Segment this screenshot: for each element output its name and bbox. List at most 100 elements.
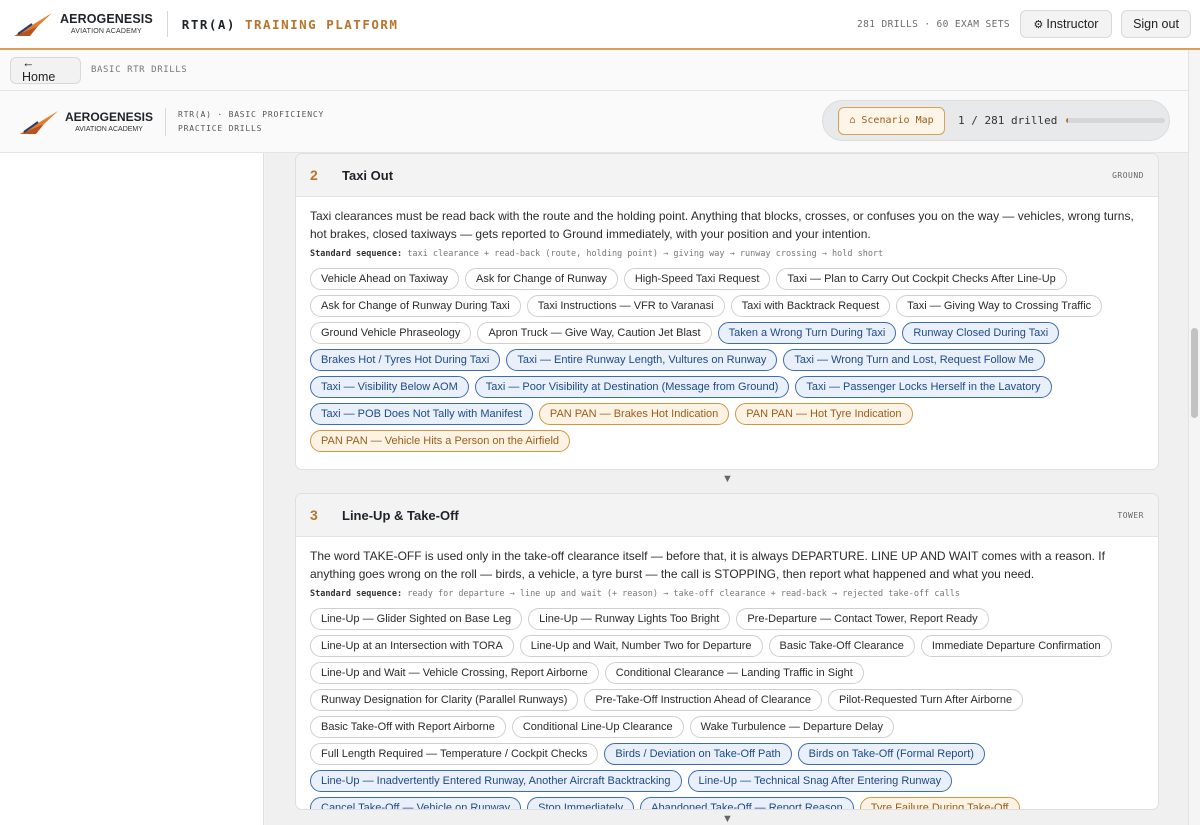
drill-chip[interactable]: Cancel Take-Off — Vehicle on Runway (310, 797, 522, 809)
drill-chip[interactable]: Conditional Clearance — Landing Traffic … (604, 662, 864, 684)
home-button[interactable]: ← Home (10, 56, 81, 84)
drill-chip[interactable]: Pre-Departure — Contact Tower, Report Re… (736, 608, 989, 630)
drill-chip[interactable]: Line-Up — Technical Snag After Entering … (687, 770, 953, 792)
drill-chip[interactable]: Basic Take-Off Clearance (768, 635, 915, 657)
drill-chip[interactable]: Line-Up and Wait, Number Two for Departu… (519, 635, 763, 657)
course-divider (165, 107, 167, 136)
section-card-line-up-take-off: 3 Line-Up & Take-Off TOWER The word TAKE… (295, 493, 1159, 810)
app-title-main: TRAINING PLATFORM (244, 16, 399, 32)
drill-chip[interactable]: Birds / Deviation on Take-Off Path (604, 743, 792, 765)
section-title: Taxi Out (342, 167, 394, 183)
drill-chip[interactable]: Taxi — Giving Way to Crossing Traffic (896, 295, 1103, 317)
drill-chip[interactable]: PAN PAN — Vehicle Hits a Person on the A… (310, 430, 571, 452)
section-header[interactable]: 3 Line-Up & Take-Off TOWER (296, 494, 1158, 537)
standard-sequence: Standard sequence: taxi clearance + read… (310, 249, 1144, 259)
drill-chip[interactable]: Line-Up and Wait — Vehicle Crossing, Rep… (310, 662, 599, 684)
drill-chip[interactable]: Basic Take-Off with Report Airborne (310, 716, 506, 738)
drill-chip-list: Line-Up — Glider Sighted on Base Leg Line… (310, 608, 1144, 809)
connector-arrow-icon: ▼ (722, 813, 733, 825)
section-description: Taxi clearances must be read back with t… (310, 209, 1134, 241)
drill-chip[interactable]: Abandoned Take-Off — Report Reason (640, 797, 854, 809)
standard-sequence: Standard sequence: ready for departure →… (310, 589, 1144, 599)
drill-chip[interactable]: Taken a Wrong Turn During Taxi (717, 322, 897, 344)
course-logo-subtitle: AVIATION ACADEMY (75, 126, 143, 133)
drill-chip[interactable]: Line-Up — Runway Lights Too Bright (528, 608, 731, 630)
progress-bar-fill (1066, 118, 1069, 123)
left-sidebar (0, 153, 264, 825)
drill-chip[interactable]: Taxi — Entire Runway Length, Vultures on… (506, 349, 778, 371)
drill-chip[interactable]: Ask for Change of Runway (465, 268, 618, 290)
drill-chip[interactable]: Wake Turbulence — Departure Delay (689, 716, 895, 738)
progress-bar (1066, 118, 1166, 123)
sequence-label: Standard sequence: (310, 249, 403, 259)
drill-chip[interactable]: PAN PAN — Brakes Hot Indication (538, 403, 730, 425)
drill-chip[interactable]: Apron Truck — Give Way, Caution Jet Blas… (477, 322, 712, 344)
course-subtitle: RTR(A) · BASIC PROFICIENCY PRACTICE DRIL… (178, 108, 324, 136)
drill-chip[interactable]: Taxi — Visibility Below AOM (310, 376, 469, 398)
connector-arrow-icon: ▼ (722, 473, 733, 485)
drill-chip[interactable]: Stop Immediately (527, 797, 635, 809)
section-tag: TOWER (1117, 510, 1144, 520)
drill-list: 2 Taxi Out GROUND Taxi clearances must b… (265, 153, 1188, 825)
drill-chip[interactable]: Runway Designation for Clarity (Parallel… (310, 689, 579, 711)
page-scrollbar[interactable] (1188, 50, 1200, 825)
drill-chip[interactable]: Taxi — Passenger Locks Herself in the La… (795, 376, 1052, 398)
sequence-text: taxi clearance + read-back (route, holdi… (407, 249, 884, 259)
logo-subtitle: AVIATION ACADEMY (70, 27, 142, 35)
instructor-label: Instructor (1046, 17, 1099, 31)
section-tag: GROUND (1112, 170, 1144, 180)
section-header[interactable]: 2 Taxi Out GROUND (296, 154, 1158, 197)
plane-logo-icon (20, 110, 58, 134)
plane-logo-icon (14, 13, 52, 36)
section-description: The word TAKE-OFF is used only in the ta… (310, 549, 1105, 581)
drill-chip[interactable]: Ask for Change of Runway During Taxi (310, 295, 521, 317)
section-title: Line-Up & Take-Off (342, 507, 459, 523)
drilled-count: 1 / 281 drilled (958, 114, 1058, 127)
drill-chip[interactable]: Line-Up — Glider Sighted on Base Leg (310, 608, 523, 630)
drill-chip[interactable]: Pre-Take-Off Instruction Ahead of Cleara… (584, 689, 823, 711)
drill-chip[interactable]: Brakes Hot / Tyres Hot During Taxi (310, 349, 501, 371)
drill-chip[interactable]: Pilot-Requested Turn After Airborne (828, 689, 1024, 711)
drill-chip[interactable]: Taxi — Wrong Turn and Lost, Request Foll… (783, 349, 1045, 371)
drill-chip[interactable]: Immediate Departure Confirmation (920, 635, 1112, 657)
drill-chip[interactable]: Runway Closed During Taxi (902, 322, 1060, 344)
sequence-text: ready for departure → line up and wait (… (407, 589, 960, 599)
section-number: 3 (310, 507, 318, 523)
course-header: AEROGENESIS AVIATION ACADEMY RTR(A) · BA… (0, 91, 1188, 153)
course-logo-name: AEROGENESIS (65, 110, 154, 124)
header-divider (166, 11, 168, 37)
drill-chip[interactable]: Taxi Instructions — VFR to Varanasi (526, 295, 725, 317)
breadcrumb-bar: ← Home BASIC RTR DRILLS (0, 50, 1188, 91)
drill-chip[interactable]: PAN PAN — Hot Tyre Indication (735, 403, 913, 425)
drill-chip[interactable]: Taxi — POB Does Not Tally with Manifest (310, 403, 533, 425)
drill-chip[interactable]: Tyre Failure During Take-Off (859, 797, 1020, 809)
academy-logo[interactable]: AEROGENESIS AVIATION ACADEMY (0, 0, 153, 49)
instructor-button[interactable]: ⚙ Instructor (1020, 10, 1112, 38)
progress-panel: ⌂ Scenario Map 1 / 281 drilled (822, 100, 1170, 141)
drill-chip[interactable]: Ground Vehicle Phraseology (310, 322, 472, 344)
drill-chip[interactable]: Vehicle Ahead on Taxiway (310, 268, 459, 290)
section-card-taxi-out: 2 Taxi Out GROUND Taxi clearances must b… (295, 153, 1159, 470)
drill-chip[interactable]: High-Speed Taxi Request (623, 268, 771, 290)
logo-name: AEROGENESIS (60, 12, 153, 27)
drill-chip[interactable]: Taxi — Plan to Carry Out Cockpit Checks … (776, 268, 1067, 290)
top-header: AEROGENESIS AVIATION ACADEMY RTR(A) TRAI… (0, 0, 1200, 50)
drill-chip[interactable]: Line-Up — Inadvertently Entered Runway, … (310, 770, 682, 792)
drill-chip-list: Vehicle Ahead on Taxiway Ask for Change o… (310, 268, 1144, 457)
course-logo: AEROGENESIS AVIATION ACADEMY (0, 108, 153, 136)
drill-chip[interactable]: Birds on Take-Off (Formal Report) (797, 743, 985, 765)
drill-chip[interactable]: Taxi with Backtrack Request (730, 295, 891, 317)
section-number: 2 (310, 167, 318, 183)
course-subtitle-line1: RTR(A) · BASIC PROFICIENCY (178, 109, 325, 119)
scrollbar-thumb[interactable] (1191, 328, 1198, 418)
drill-chip[interactable]: Line-Up at an Intersection with TORA (310, 635, 514, 657)
app-title: RTR(A) TRAINING PLATFORM (182, 17, 399, 32)
breadcrumb: BASIC RTR DRILLS (91, 65, 188, 75)
sign-out-button[interactable]: Sign out (1121, 10, 1191, 38)
drill-chip[interactable]: Conditional Line-Up Clearance (511, 716, 684, 738)
drill-chip[interactable]: Taxi — Poor Visibility at Destination (M… (474, 376, 790, 398)
course-subtitle-line2: PRACTICE DRILLS (178, 123, 263, 133)
drill-exam-counts: 281 DRILLS · 60 EXAM SETS (857, 18, 1010, 30)
drill-chip[interactable]: Full Length Required — Temperature / Coc… (310, 743, 599, 765)
scenario-map-button[interactable]: ⌂ Scenario Map (838, 106, 945, 135)
